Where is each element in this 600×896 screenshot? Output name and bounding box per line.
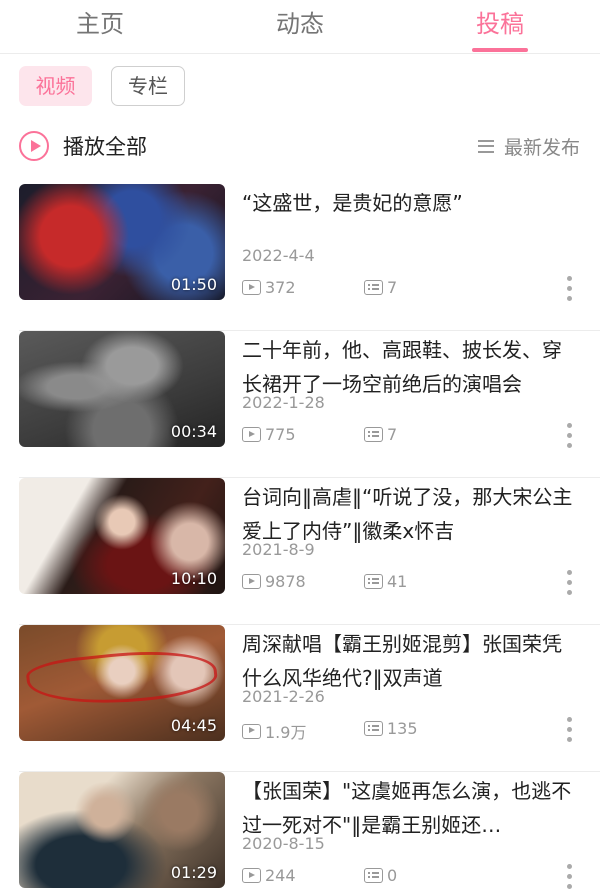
danmaku-count-value: 0 xyxy=(387,866,398,885)
play-count: 1.9万 xyxy=(242,719,306,743)
danmaku-icon xyxy=(364,427,383,442)
danmaku-count: 0 xyxy=(364,866,397,885)
play-all-label: 播放全部 xyxy=(63,135,147,159)
danmaku-count: 7 xyxy=(364,278,397,297)
video-thumbnail[interactable]: 01:29 xyxy=(19,772,225,888)
video-title[interactable]: 周深献唱【霸王别姬混剪】张国荣凭什么风华绝代?‖双声道 xyxy=(242,627,578,695)
play-circle-icon xyxy=(19,131,49,161)
filter-video-button[interactable]: 视频 xyxy=(19,66,92,106)
play-count-value: 244 xyxy=(265,866,296,885)
video-date: 2022-1-28 xyxy=(242,393,325,412)
tab-submissions[interactable]: 投稿 xyxy=(440,6,560,42)
active-tab-indicator xyxy=(472,48,528,52)
tab-dynamics[interactable]: 动态 xyxy=(240,6,360,42)
video-duration: 01:29 xyxy=(170,863,217,882)
play-count-icon xyxy=(242,427,261,442)
danmaku-count-value: 41 xyxy=(387,572,408,591)
sort-label: 最新发布 xyxy=(503,136,580,159)
play-count-icon xyxy=(242,868,261,883)
danmaku-icon xyxy=(364,280,383,295)
video-date: 2021-2-26 xyxy=(242,687,325,706)
more-options-icon[interactable] xyxy=(566,864,574,890)
video-date: 2022-4-4 xyxy=(242,246,315,265)
sort-button[interactable]: 最新发布 xyxy=(477,132,580,160)
top-tab-bar: 主页 动态 投稿 xyxy=(0,0,600,54)
menu-lines-icon xyxy=(477,139,494,153)
play-count-icon xyxy=(242,574,261,589)
danmaku-icon xyxy=(364,868,383,883)
play-count: 775 xyxy=(242,425,296,444)
danmaku-icon xyxy=(364,721,383,736)
video-duration: 00:34 xyxy=(170,422,217,441)
danmaku-count-value: 7 xyxy=(387,425,398,444)
play-count: 244 xyxy=(242,866,296,885)
video-date: 2021-8-9 xyxy=(242,540,315,559)
video-item[interactable]: 10:10 台词向‖高虐‖“听说了没，那大宋公主爱上了内侍”‖徽柔x怀吉 202… xyxy=(0,478,600,625)
danmaku-count-value: 135 xyxy=(387,719,418,738)
more-options-icon[interactable] xyxy=(566,717,574,743)
thumbnail-decoration xyxy=(24,643,220,713)
play-count-icon xyxy=(242,280,261,295)
video-title[interactable]: 台词向‖高虐‖“听说了没，那大宋公主爱上了内侍”‖徽柔x怀吉 xyxy=(242,480,578,548)
play-count: 9878 xyxy=(242,572,306,591)
video-item[interactable]: 04:45 周深献唱【霸王别姬混剪】张国荣凭什么风华绝代?‖双声道 2021-2… xyxy=(0,625,600,772)
video-date: 2020-8-15 xyxy=(242,834,325,853)
more-options-icon[interactable] xyxy=(566,423,574,449)
danmaku-count: 135 xyxy=(364,719,418,738)
play-all-button[interactable]: 播放全部 xyxy=(19,129,147,163)
video-title[interactable]: “这盛世，是贵妃的意愿” xyxy=(242,186,578,220)
play-count-value: 1.9万 xyxy=(265,723,307,742)
danmaku-count-value: 7 xyxy=(387,278,398,297)
video-duration: 01:50 xyxy=(170,275,217,294)
play-count-value: 9878 xyxy=(265,572,306,591)
play-count-value: 775 xyxy=(265,425,296,444)
video-thumbnail[interactable]: 04:45 xyxy=(19,625,225,741)
more-options-icon[interactable] xyxy=(566,276,574,302)
filter-column-button[interactable]: 专栏 xyxy=(111,66,185,106)
video-title[interactable]: 二十年前，他、高跟鞋、披长发、穿长裙开了一场空前绝后的演唱会 xyxy=(242,333,578,401)
more-options-icon[interactable] xyxy=(566,570,574,596)
video-item[interactable]: 01:29 【张国荣】"这虞姬再怎么演，也逃不过一死对不"‖是霸王别姬还… 20… xyxy=(0,772,600,896)
video-thumbnail[interactable]: 00:34 xyxy=(19,331,225,447)
play-count-icon xyxy=(242,723,261,739)
play-count: 372 xyxy=(242,278,296,297)
video-thumbnail[interactable]: 01:50 xyxy=(19,184,225,300)
video-duration: 04:45 xyxy=(170,716,217,735)
danmaku-icon xyxy=(364,574,383,589)
danmaku-count: 7 xyxy=(364,425,397,444)
video-item[interactable]: 01:50 “这盛世，是贵妃的意愿” 2022-4-4 372 7 xyxy=(0,184,600,331)
play-count-value: 372 xyxy=(265,278,296,297)
danmaku-count: 41 xyxy=(364,572,407,591)
video-duration: 10:10 xyxy=(170,569,217,588)
video-thumbnail[interactable]: 10:10 xyxy=(19,478,225,594)
tab-home[interactable]: 主页 xyxy=(40,6,160,42)
video-title[interactable]: 【张国荣】"这虞姬再怎么演，也逃不过一死对不"‖是霸王别姬还… xyxy=(242,774,578,842)
video-item[interactable]: 00:34 二十年前，他、高跟鞋、披长发、穿长裙开了一场空前绝后的演唱会 202… xyxy=(0,331,600,478)
